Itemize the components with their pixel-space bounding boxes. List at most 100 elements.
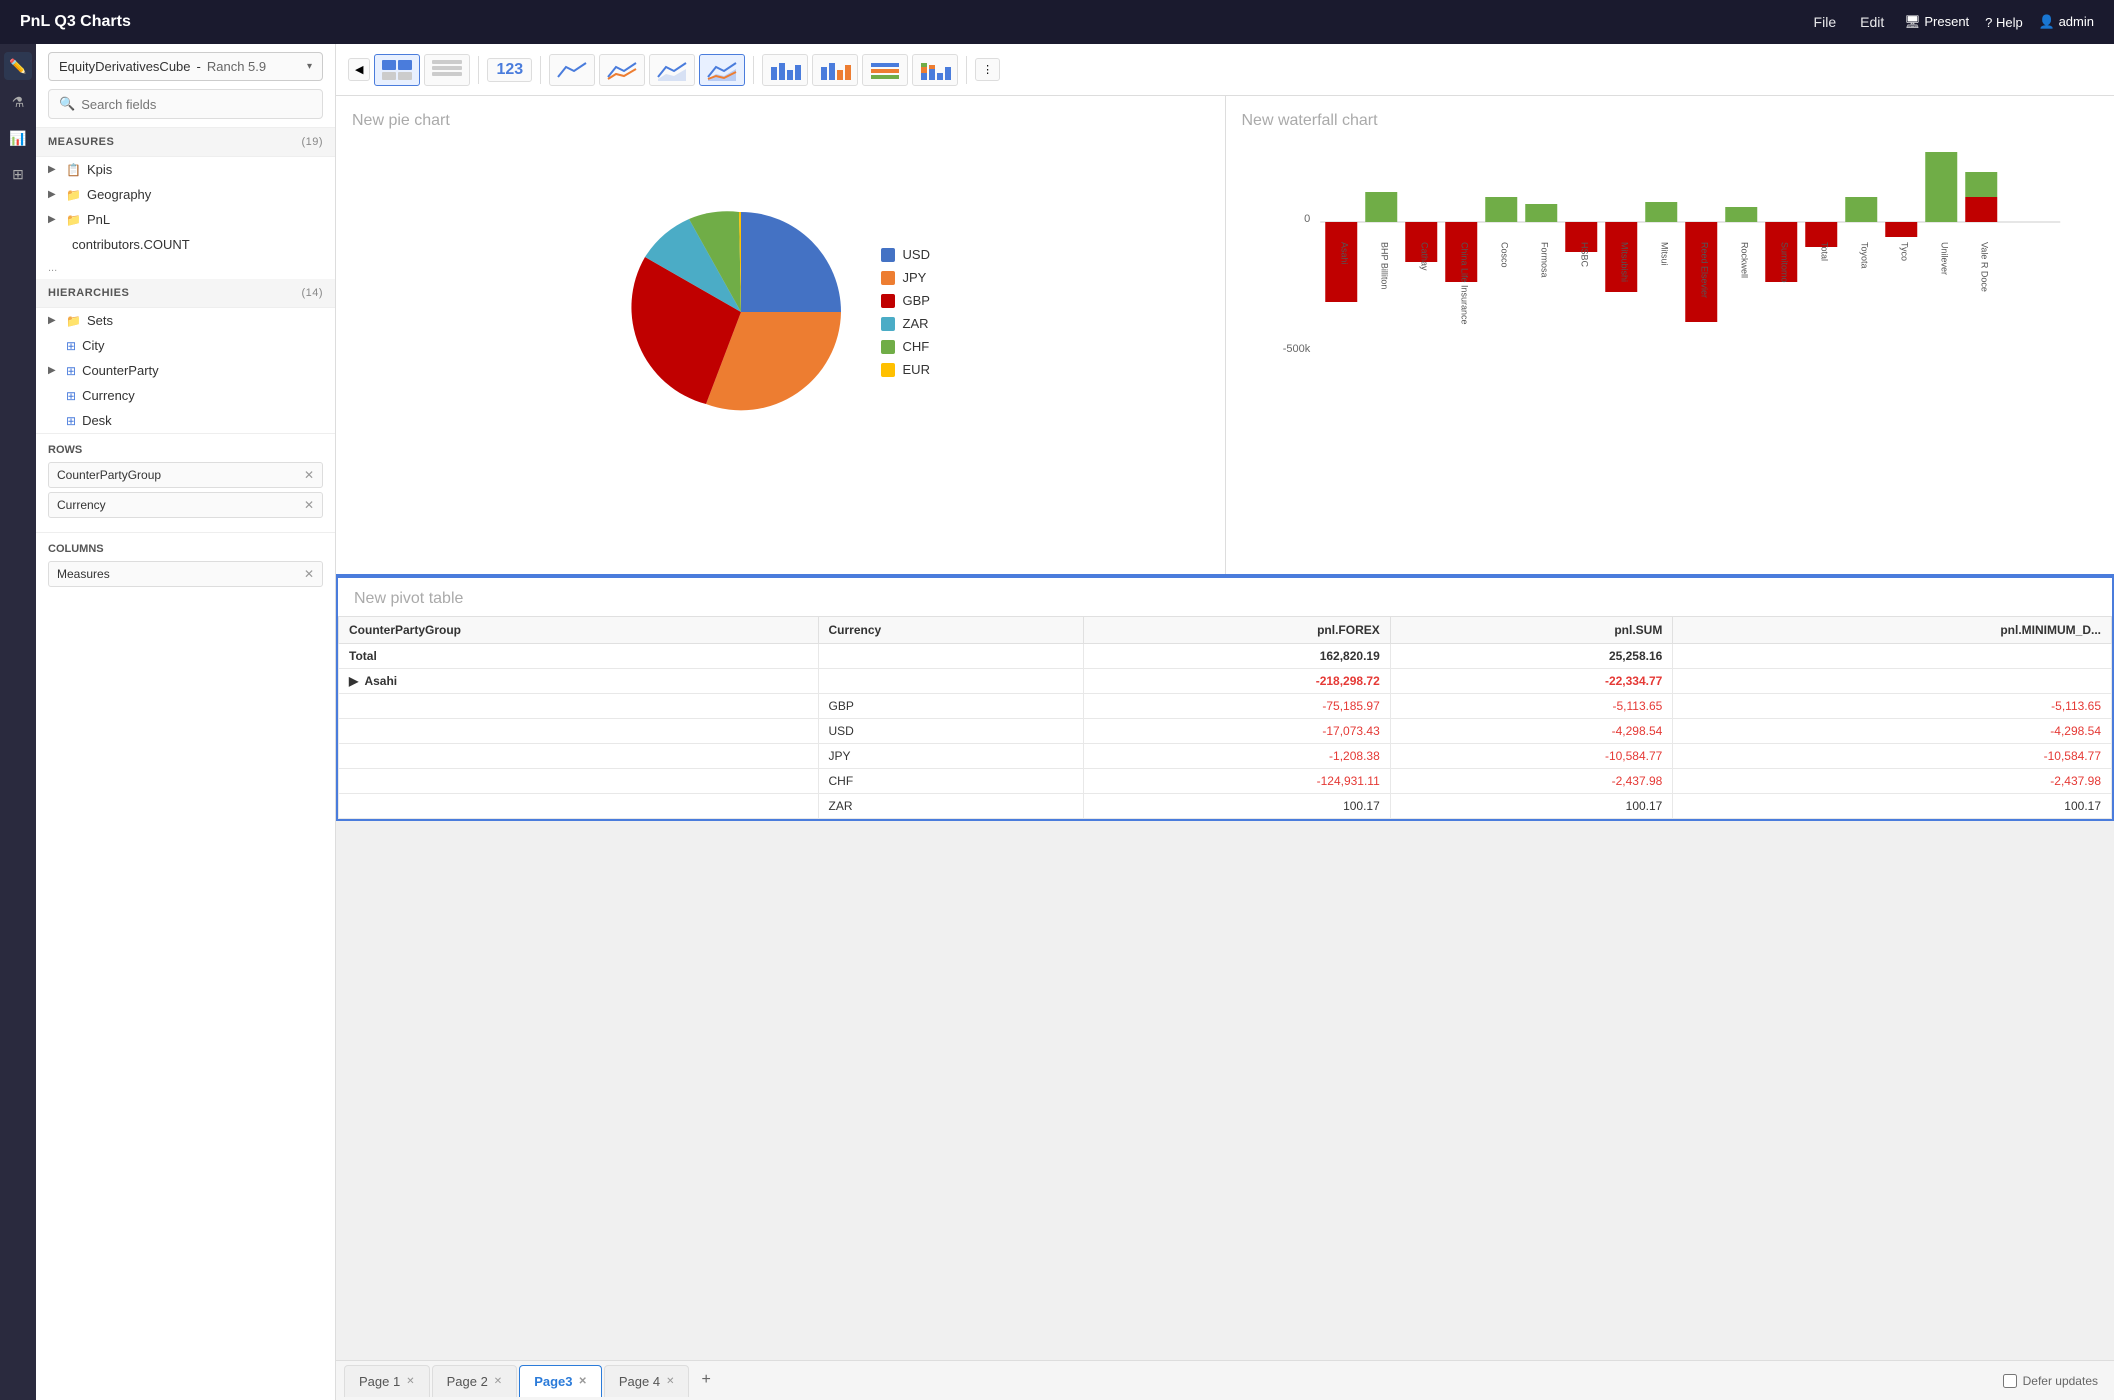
number-view-button[interactable]: 123 (487, 58, 532, 82)
separator (753, 56, 754, 84)
tab-page4-close[interactable]: ✕ (666, 1376, 674, 1387)
chevron-down-icon: ▾ (307, 61, 312, 72)
svg-text:Tyco: Tyco (1899, 242, 1909, 261)
table-row-total: Total 162,820.19 25,258.16 (339, 644, 2112, 669)
tab-page1-close[interactable]: ✕ (406, 1376, 414, 1387)
line-chart-2-button[interactable] (599, 54, 645, 86)
sidebar-item-kpis[interactable]: ▶ 📋 Kpis (36, 157, 335, 182)
rows-tag-counterpartygroup: CounterPartyGroup ✕ (48, 462, 323, 488)
defer-updates-checkbox[interactable] (2003, 1374, 2017, 1388)
remove-currency-button[interactable]: ✕ (304, 498, 314, 512)
charts-top-row: New pie chart (336, 96, 2114, 576)
icon-chart[interactable]: 📊 (4, 124, 32, 152)
tab-page2-close[interactable]: ✕ (494, 1376, 502, 1387)
cell-asahi-group[interactable]: ▶ Asahi (339, 669, 819, 694)
nav-admin[interactable]: 👤 admin (2039, 14, 2094, 30)
remove-counterpartygroup-button[interactable]: ✕ (304, 468, 314, 482)
svg-text:-500k: -500k (1282, 343, 1310, 355)
svg-text:HSBC: HSBC (1579, 242, 1589, 268)
svg-text:0: 0 (1304, 213, 1310, 225)
bottom-tabs: Page 1 ✕ Page 2 ✕ Page3 ✕ Page 4 ✕ + (336, 1360, 2114, 1400)
sidebar-content: MEASURES (19) ▶ 📋 Kpis ▶ 📁 Geography ▶ 📁… (36, 128, 335, 1400)
measures-section-header: MEASURES (19) (36, 128, 335, 157)
line-chart-4-button[interactable] (699, 54, 745, 86)
sidebar-item-desk[interactable]: ▶ ⊞ Desk (36, 408, 335, 433)
legend-color-usd (881, 248, 895, 262)
waterfall-chart-title: New waterfall chart (1242, 112, 2099, 130)
nav-back-button[interactable]: ◀ (348, 58, 370, 81)
table-row-jpy: JPY -1,208.38 -10,584.77 -10,584.77 (339, 744, 2112, 769)
tab-page3[interactable]: Page3 ✕ (519, 1365, 602, 1397)
table-view-button[interactable] (374, 54, 420, 86)
icon-layers[interactable]: ⊞ (4, 160, 32, 188)
cell-asahi-sum: -22,334.77 (1390, 669, 1673, 694)
cell-jpy-currency: JPY (818, 744, 1084, 769)
svg-text:Toyota: Toyota (1859, 242, 1869, 269)
cell-asahi-currency (818, 669, 1084, 694)
sets-label: Sets (87, 313, 113, 328)
cube-selector[interactable]: EquityDerivativesCube - Ranch 5.9 ▾ (48, 52, 323, 81)
sidebar-item-more[interactable]: ... (36, 257, 335, 279)
sidebar-item-contributors[interactable]: ▶ contributors.COUNT (36, 232, 335, 257)
legend-label-gbp: GBP (903, 293, 930, 308)
search-icon: 🔍 (59, 96, 75, 112)
nav-edit[interactable]: Edit (1860, 14, 1884, 30)
cell-gbp-currency: GBP (818, 694, 1084, 719)
geography-label: Geography (87, 187, 151, 202)
bar-chart-4-button[interactable] (912, 54, 958, 86)
currency-icon: ⊞ (66, 389, 76, 403)
app-title: PnL Q3 Charts (20, 13, 1794, 31)
add-tab-button[interactable]: + (691, 1365, 720, 1397)
tab-page4[interactable]: Page 4 ✕ (604, 1365, 690, 1397)
charts-area: New pie chart (336, 96, 2114, 1360)
sidebar-item-geography[interactable]: ▶ 📁 Geography (36, 182, 335, 207)
columns-section: Columns Measures ✕ (36, 532, 335, 601)
icon-edit[interactable]: ✏️ (4, 52, 32, 80)
sidebar-header: EquityDerivativesCube - Ranch 5.9 ▾ 🔍 (36, 44, 335, 128)
cell-total-forex: 162,820.19 (1084, 644, 1391, 669)
pie-legend: USD JPY GBP (881, 247, 930, 377)
tab-page2[interactable]: Page 2 ✕ (432, 1365, 518, 1397)
search-input[interactable] (81, 97, 312, 112)
kpis-icon: 📋 (66, 163, 81, 177)
nav-file[interactable]: File (1814, 14, 1837, 30)
table-row-gbp: GBP -75,185.97 -5,113.65 -5,113.65 (339, 694, 2112, 719)
bar-chart-3-button[interactable] (862, 54, 908, 86)
remove-measures-button[interactable]: ✕ (304, 567, 314, 581)
legend-label-usd: USD (903, 247, 930, 262)
sidebar-item-counterparty[interactable]: ▶ ⊞ CounterParty (36, 358, 335, 383)
legend-gbp: GBP (881, 293, 930, 308)
pivot-view-button[interactable] (424, 54, 470, 86)
separator (966, 56, 967, 84)
legend-color-chf (881, 340, 895, 354)
geography-icon: 📁 (66, 188, 81, 202)
sidebar-item-sets[interactable]: ▶ 📁 Sets (36, 308, 335, 333)
hierarchies-section-header: HIERARCHIES (14) (36, 279, 335, 308)
bar-chart-2-button[interactable] (812, 54, 858, 86)
nav-present[interactable]: 🖥 Present (1904, 14, 1969, 30)
bar-chart-1-button[interactable] (762, 54, 808, 86)
city-icon: ⊞ (66, 339, 76, 353)
cell-jpy-forex: -1,208.38 (1084, 744, 1391, 769)
sidebar-item-city[interactable]: ▶ ⊞ City (36, 333, 335, 358)
svg-text:Unilever: Unilever (1939, 242, 1949, 275)
icon-filter[interactable]: ⚗ (4, 88, 32, 116)
line-chart-3-button[interactable] (649, 54, 695, 86)
more-label: ... (48, 262, 57, 274)
sidebar-item-pnl[interactable]: ▶ 📁 PnL (36, 207, 335, 232)
legend-label-chf: CHF (903, 339, 930, 354)
tab-page2-label: Page 2 (447, 1374, 488, 1389)
separator (540, 56, 541, 84)
main-layout: ✏️ ⚗ 📊 ⊞ EquityDerivativesCube - Ranch 5… (0, 44, 2114, 1400)
pivot-table-area: New pivot table CounterPartyGroup Curren… (336, 576, 2114, 821)
tab-page1[interactable]: Page 1 ✕ (344, 1365, 430, 1397)
more-options-button[interactable]: ⋮ (975, 58, 1000, 81)
sidebar-item-currency[interactable]: ▶ ⊞ Currency (36, 383, 335, 408)
line-chart-1-button[interactable] (549, 54, 595, 86)
rows-section: Rows CounterPartyGroup ✕ Currency ✕ (36, 433, 335, 532)
cube-name: EquityDerivativesCube (59, 59, 191, 74)
tab-page3-close[interactable]: ✕ (579, 1376, 587, 1387)
search-box: 🔍 (48, 89, 323, 119)
cell-chf-forex: -124,931.11 (1084, 769, 1391, 794)
nav-help[interactable]: ? Help (1985, 15, 2023, 30)
